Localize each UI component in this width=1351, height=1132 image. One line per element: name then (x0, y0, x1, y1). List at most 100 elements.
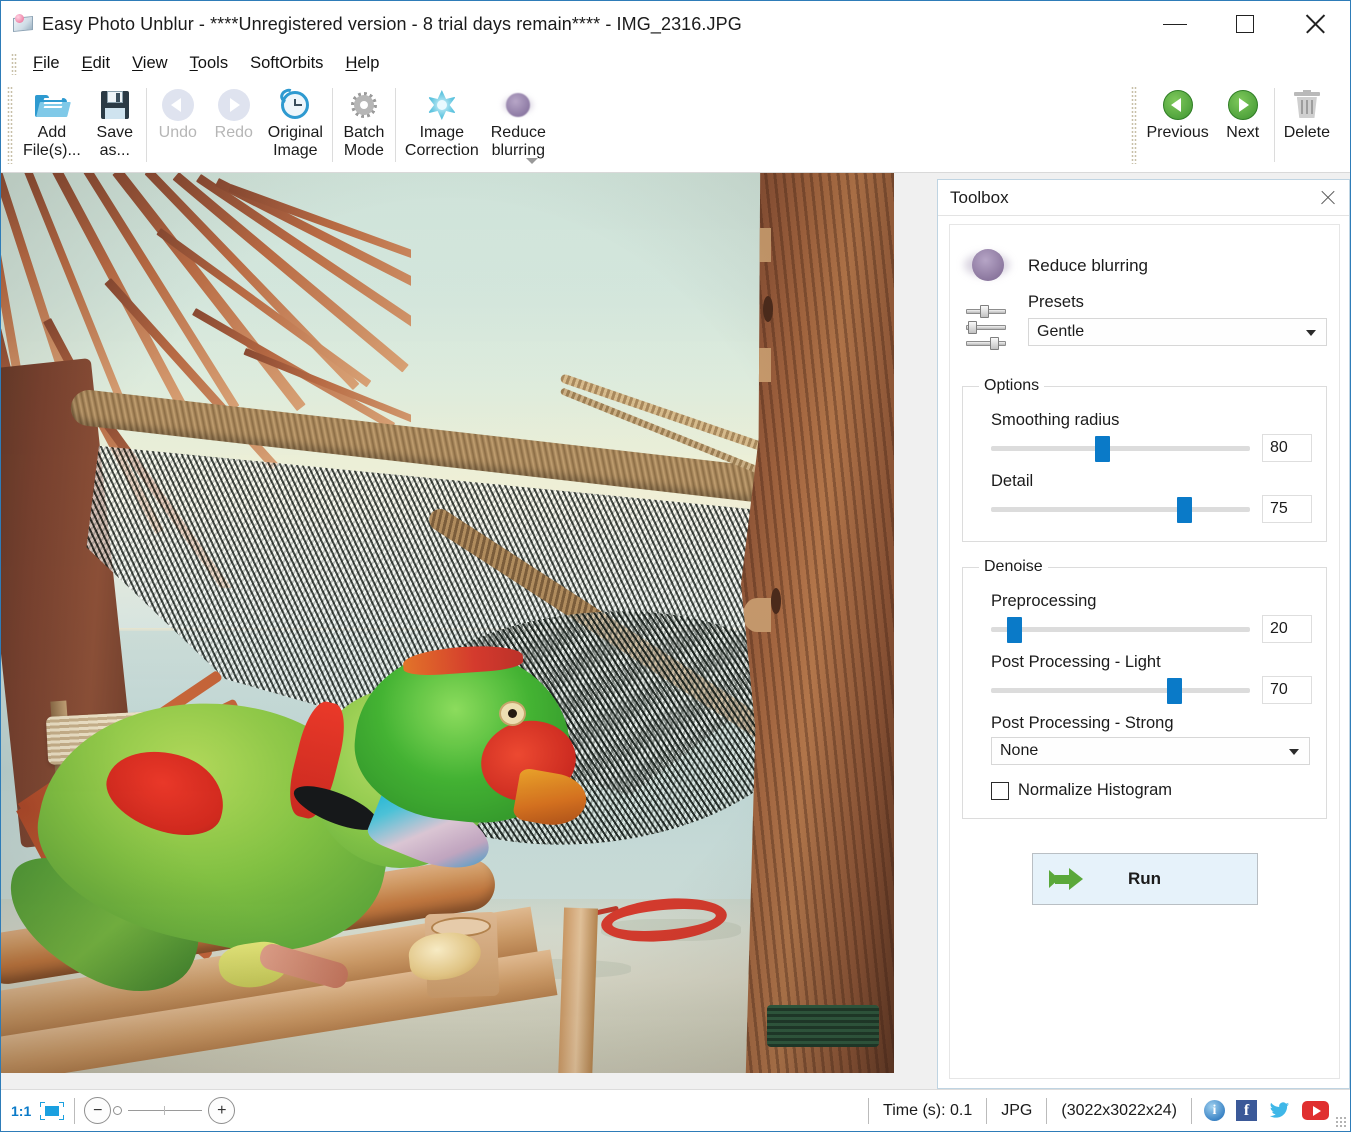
slider-track (991, 688, 1250, 693)
toolbar-drag-handle[interactable] (7, 86, 13, 164)
zoom-out-button[interactable]: − (84, 1097, 111, 1124)
zoom-slider-track[interactable] (128, 1110, 202, 1111)
toolbar-separator (146, 88, 147, 162)
normalize-histogram-checkbox[interactable] (991, 782, 1009, 800)
redo-arrow-icon (218, 86, 250, 124)
batch-mode-button[interactable]: Batch Mode (336, 80, 392, 160)
add-files-label-2: File(s)... (23, 142, 81, 160)
gear-icon (348, 86, 380, 124)
slider-track (991, 446, 1250, 451)
sliders-icon (964, 305, 1010, 361)
status-icons: i f (1191, 1098, 1350, 1124)
fit-to-window-icon[interactable] (39, 1101, 65, 1121)
add-files-label-1: Add (38, 124, 66, 142)
parrot-pupil (508, 709, 517, 718)
minimize-button[interactable] (1140, 1, 1210, 47)
previous-button[interactable]: Previous (1141, 80, 1215, 142)
youtube-icon[interactable] (1302, 1101, 1329, 1120)
options-legend: Options (979, 377, 1044, 395)
preprocessing-label: Preprocessing (991, 592, 1312, 611)
zoom-ratio-label: 1:1 (11, 1103, 31, 1119)
reduce-blurring-label-1: Reduce (491, 124, 546, 142)
next-button[interactable]: Next (1215, 80, 1271, 142)
detail-slider[interactable] (991, 496, 1250, 522)
smoothing-radius-slider[interactable] (991, 435, 1250, 461)
toolbar-nav-drag-handle[interactable] (1131, 86, 1137, 164)
toolbox-panel: Toolbox Reduce blurring Presets Gentle (937, 179, 1350, 1089)
delete-button[interactable]: Delete (1278, 80, 1336, 142)
toolbox-close-button[interactable] (1315, 185, 1341, 211)
add-files-button[interactable]: Add File(s)... (17, 80, 87, 160)
toolbar-overflow-icon[interactable] (526, 158, 538, 164)
detail-value[interactable]: 75 (1262, 495, 1312, 523)
menu-item-softorbits[interactable]: SoftOrbits (239, 51, 334, 76)
menu-drag-handle[interactable] (11, 53, 17, 75)
zoom-in-button[interactable]: + (208, 1097, 235, 1124)
facebook-icon[interactable]: f (1236, 1100, 1257, 1121)
slider-track (991, 507, 1250, 512)
post-processing-strong-value: None (1000, 742, 1038, 760)
preprocessing-slider[interactable] (991, 616, 1250, 642)
next-circle-icon (1228, 86, 1258, 124)
normalize-histogram-row[interactable]: Normalize Histogram (991, 781, 1312, 800)
slider-thumb[interactable] (1177, 497, 1192, 523)
menu-item-view[interactable]: View (121, 51, 178, 76)
run-button[interactable]: Run (1032, 853, 1258, 905)
post-processing-strong-label: Post Processing - Strong (991, 714, 1312, 733)
image-correction-button[interactable]: Image Correction (399, 80, 485, 160)
menu-item-help[interactable]: Help (334, 51, 390, 76)
parrot-food (407, 929, 483, 982)
parrot-claw (257, 941, 351, 991)
close-icon (1304, 13, 1326, 35)
main-toolbar: Add File(s)... Save as... Undo Redo (1, 80, 1350, 173)
next-label: Next (1226, 124, 1259, 142)
slider-thumb[interactable] (1007, 617, 1022, 643)
redo-label: Redo (215, 124, 253, 142)
processing-time: Time (s): 0.1 (868, 1098, 986, 1124)
toolbox-header: Toolbox (938, 180, 1349, 216)
save-as-button[interactable]: Save as... (87, 80, 143, 160)
smoothing-radius-value[interactable]: 80 (1262, 434, 1312, 462)
info-icon[interactable]: i (1204, 1100, 1225, 1121)
detail-label: Detail (991, 472, 1312, 491)
menu-item-edit[interactable]: Edit (71, 51, 121, 76)
maximize-button[interactable] (1210, 1, 1280, 47)
menu-item-file[interactable]: File (22, 51, 71, 76)
close-button[interactable] (1280, 1, 1350, 47)
previous-label: Previous (1147, 124, 1209, 142)
menu-item-tools[interactable]: Tools (179, 51, 240, 76)
slider-track (991, 627, 1250, 632)
toolbox-title: Toolbox (950, 188, 1315, 208)
run-button-label: Run (1033, 869, 1257, 889)
status-separator (74, 1098, 75, 1124)
toolbox-body: Reduce blurring Presets Gentle Optio (949, 224, 1340, 1079)
resize-grip[interactable] (1335, 1116, 1347, 1128)
chevron-down-icon (1306, 330, 1316, 336)
preprocessing-value[interactable]: 20 (1262, 615, 1312, 643)
twitter-icon[interactable] (1268, 1100, 1291, 1121)
window-controls (1140, 1, 1350, 47)
zoom-slider[interactable]: − + (84, 1097, 235, 1124)
tool-header: Reduce blurring (950, 239, 1339, 289)
reduce-blurring-button[interactable]: Reduce blurring (485, 80, 552, 160)
presets-select[interactable]: Gentle (1028, 318, 1327, 346)
toolbar-separator (1274, 88, 1275, 162)
slider-thumb[interactable] (1167, 678, 1182, 704)
original-image-button[interactable]: Original Image (262, 80, 329, 160)
batch-mode-label-2: Mode (344, 142, 384, 160)
zoom-slider-thumb[interactable] (113, 1106, 122, 1115)
undo-button[interactable]: Undo (150, 80, 206, 160)
history-clock-icon (279, 86, 311, 124)
image-canvas[interactable] (1, 173, 894, 1073)
redo-button[interactable]: Redo (206, 80, 262, 160)
post-processing-light-row: 70 (977, 676, 1312, 704)
save-as-label-1: Save (97, 124, 133, 142)
sparkle-star-icon (426, 86, 458, 124)
post-processing-strong-select[interactable]: None (991, 737, 1310, 765)
post-processing-light-slider[interactable] (991, 677, 1250, 703)
slider-thumb[interactable] (1095, 436, 1110, 462)
save-disk-icon (101, 86, 129, 124)
post-processing-light-value[interactable]: 70 (1262, 676, 1312, 704)
image-dimensions: (3022x3022x24) (1046, 1098, 1191, 1124)
toolbar-separator (395, 88, 396, 162)
